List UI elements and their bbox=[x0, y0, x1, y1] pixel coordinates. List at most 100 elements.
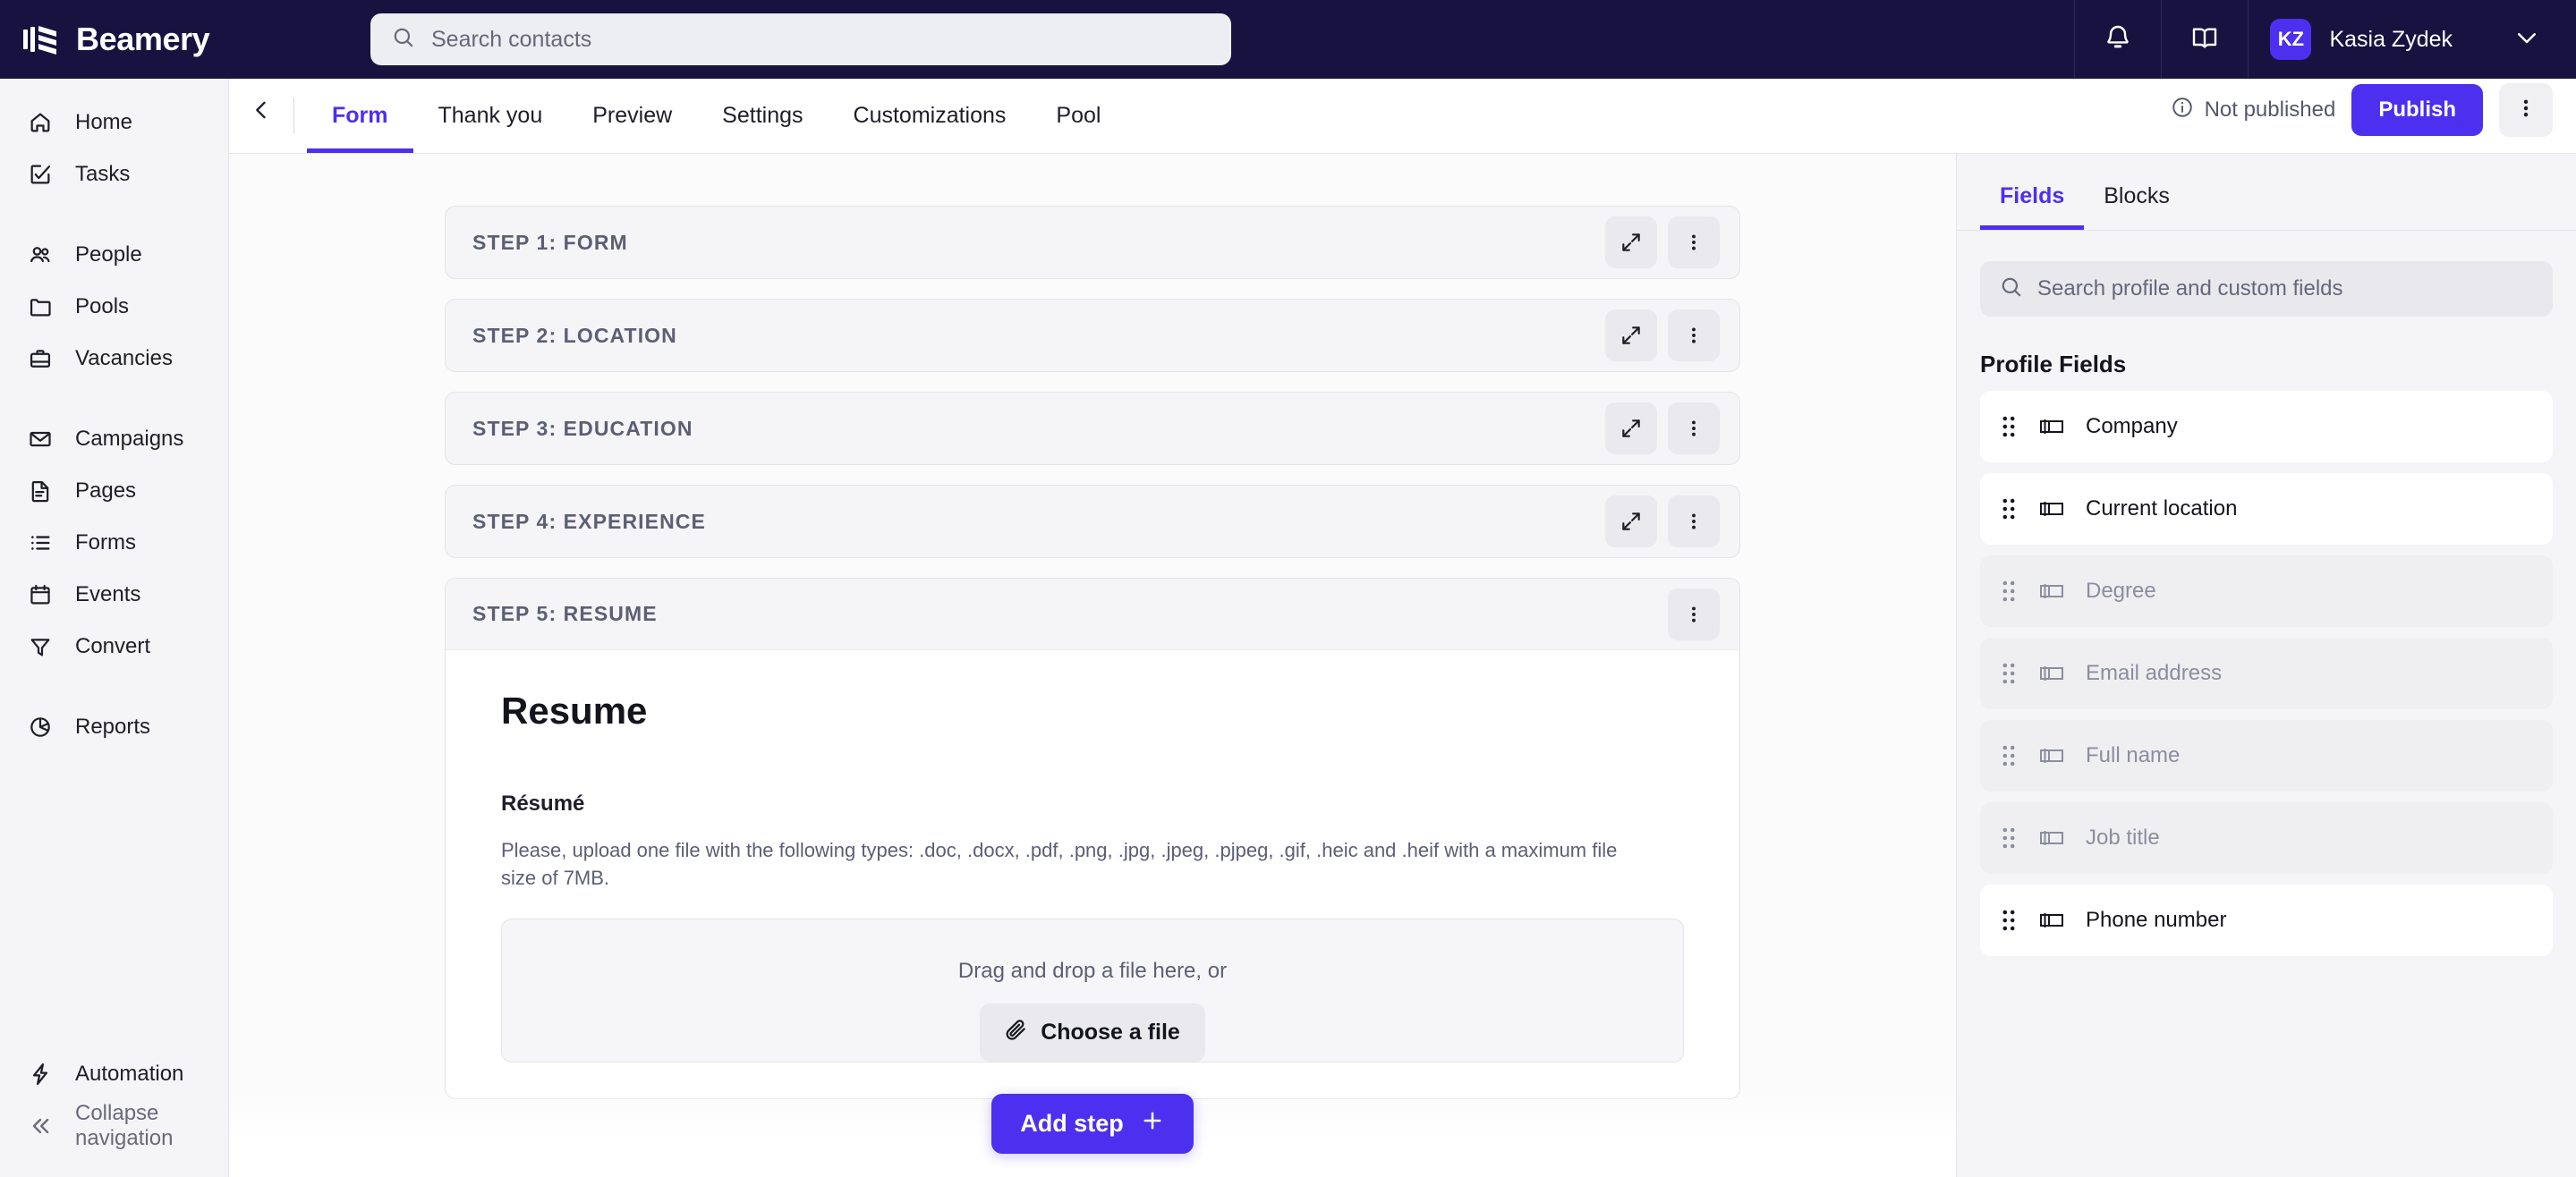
step-header[interactable]: STEP 3: EDUCATION bbox=[446, 393, 1739, 464]
file-dropzone[interactable]: Drag and drop a file here, or Choose a f… bbox=[501, 919, 1684, 1063]
tab-preview[interactable]: Preview bbox=[567, 103, 697, 153]
step-menu-button[interactable] bbox=[1668, 495, 1720, 547]
form-more-menu-button[interactable] bbox=[2499, 83, 2553, 137]
funnel-icon bbox=[27, 633, 54, 660]
sidebar-item-label: People bbox=[75, 242, 142, 267]
kebab-menu-icon bbox=[2514, 97, 2538, 124]
drag-handle-icon bbox=[2000, 742, 2019, 769]
field-item-current-location[interactable]: Current location bbox=[1980, 473, 2553, 545]
envelope-icon bbox=[27, 426, 54, 453]
tab-thank-you[interactable]: Thank you bbox=[413, 103, 568, 153]
user-menu[interactable]: KZ Kasia Zydek bbox=[2249, 0, 2478, 79]
step-actions bbox=[1605, 495, 1720, 547]
collapse-navigation-button[interactable]: Collapse navigation bbox=[0, 1100, 229, 1152]
expand-step-button[interactable] bbox=[1605, 216, 1657, 268]
step-menu-button[interactable] bbox=[1668, 216, 1720, 268]
drag-handle-icon[interactable] bbox=[2000, 907, 2019, 934]
subheader-actions: Not published Publish bbox=[2171, 83, 2576, 153]
sidebar-item-forms[interactable]: Forms bbox=[0, 517, 228, 569]
sidebar-item-campaigns[interactable]: Campaigns bbox=[0, 413, 228, 465]
fields-search-input[interactable] bbox=[2037, 276, 2533, 301]
field-item-phone-number[interactable]: Phone number bbox=[1980, 885, 2553, 956]
expand-step-button[interactable] bbox=[1605, 309, 1657, 361]
text-field-icon bbox=[2039, 910, 2066, 931]
expand-step-button[interactable] bbox=[1605, 495, 1657, 547]
step-menu-button[interactable] bbox=[1668, 309, 1720, 361]
sidebar-item-vacancies[interactable]: Vacancies bbox=[0, 333, 228, 385]
user-menu-toggle[interactable] bbox=[2478, 24, 2576, 55]
sidebar-item-people[interactable]: People bbox=[0, 229, 228, 281]
sidebar-item-label: Home bbox=[75, 110, 133, 134]
step-actions bbox=[1605, 216, 1720, 268]
step-header[interactable]: STEP 5: RESUME bbox=[446, 579, 1739, 650]
tab-pool[interactable]: Pool bbox=[1031, 103, 1126, 153]
sidebar-item-reports[interactable]: Reports bbox=[0, 701, 228, 753]
drag-handle-icon bbox=[2000, 660, 2019, 687]
sidebar-item-pages[interactable]: Pages bbox=[0, 465, 228, 517]
form-tabs: Form Thank you Preview Settings Customiz… bbox=[307, 79, 1126, 153]
add-step-button[interactable]: Add step bbox=[991, 1094, 1194, 1154]
info-icon bbox=[2171, 96, 2194, 125]
back-button[interactable] bbox=[229, 79, 293, 153]
tab-form[interactable]: Form bbox=[307, 103, 413, 153]
step-title: STEP 5: RESUME bbox=[472, 602, 658, 625]
drag-handle-icon[interactable] bbox=[2000, 413, 2019, 440]
field-label: Email address bbox=[2086, 661, 2223, 685]
field-item-full-name: Full name bbox=[1980, 720, 2553, 792]
step-header[interactable]: STEP 2: LOCATION bbox=[446, 300, 1739, 371]
divider bbox=[293, 97, 294, 133]
field-item-degree: Degree bbox=[1980, 555, 2553, 627]
resume-heading: Resume bbox=[501, 690, 648, 732]
knowledge-base-button[interactable] bbox=[2162, 0, 2248, 79]
chevrons-left-icon bbox=[27, 1113, 54, 1139]
tab-customizations[interactable]: Customizations bbox=[829, 103, 1032, 153]
sidebar-item-automation[interactable]: Automation bbox=[0, 1048, 229, 1100]
step-title: STEP 4: EXPERIENCE bbox=[472, 509, 706, 533]
search-input[interactable] bbox=[431, 26, 1210, 53]
step-card[interactable]: STEP 1: FORM bbox=[445, 206, 1740, 279]
tab-settings[interactable]: Settings bbox=[697, 103, 828, 153]
paperclip-icon bbox=[1005, 1018, 1028, 1047]
text-field-icon bbox=[2039, 580, 2066, 602]
fields-search[interactable] bbox=[1980, 261, 2553, 317]
sidebar-item-tasks[interactable]: Tasks bbox=[0, 148, 228, 200]
sidebar-item-convert[interactable]: Convert bbox=[0, 621, 228, 673]
step-card[interactable]: STEP 4: EXPERIENCE bbox=[445, 485, 1740, 558]
sidebar-item-label: Vacancies bbox=[75, 346, 173, 370]
search-icon bbox=[392, 26, 415, 54]
choose-file-button[interactable]: Choose a file bbox=[980, 1003, 1205, 1063]
step-card[interactable]: STEP 2: LOCATION bbox=[445, 299, 1740, 372]
field-item-company[interactable]: Company bbox=[1980, 391, 2553, 462]
sidebar-item-events[interactable]: Events bbox=[0, 569, 228, 621]
step-header[interactable]: STEP 4: EXPERIENCE bbox=[446, 486, 1739, 557]
global-topbar: Beamery Search contacts KZ Kasia Zydek bbox=[0, 0, 2576, 79]
dropzone-text: Drag and drop a file here, or bbox=[957, 959, 1228, 984]
plus-icon bbox=[1140, 1108, 1165, 1139]
collapse-navigation-label: Collapse navigation bbox=[75, 1101, 174, 1150]
chevron-down-icon bbox=[2513, 24, 2540, 55]
expand-step-button[interactable] bbox=[1605, 402, 1657, 454]
beamery-logo[interactable]: Beamery bbox=[0, 19, 370, 60]
notifications-button[interactable] bbox=[2075, 0, 2161, 79]
step-menu-button[interactable] bbox=[1668, 588, 1720, 640]
publish-status: Not published bbox=[2171, 96, 2335, 125]
step-card[interactable]: STEP 3: EDUCATION bbox=[445, 392, 1740, 465]
step-header[interactable]: STEP 1: FORM bbox=[446, 207, 1739, 278]
kebab-menu-icon bbox=[1692, 513, 1696, 529]
publish-button[interactable]: Publish bbox=[2351, 84, 2483, 136]
sidebar-item-label: Events bbox=[75, 582, 141, 606]
home-icon bbox=[27, 109, 54, 136]
step-card-expanded[interactable]: STEP 5: RESUME Resume Résumé Please, upl… bbox=[445, 578, 1740, 1100]
sidebar-item-pools[interactable]: Pools bbox=[0, 281, 228, 333]
drag-handle-icon[interactable] bbox=[2000, 495, 2019, 522]
field-label: Phone number bbox=[2086, 908, 2227, 932]
tab-blocks[interactable]: Blocks bbox=[2084, 183, 2189, 230]
tab-fields[interactable]: Fields bbox=[1980, 183, 2085, 230]
global-search[interactable] bbox=[370, 13, 1231, 65]
sidebar: Home Tasks People Pools Vacancies Campai… bbox=[0, 79, 229, 1177]
sidebar-item-home[interactable]: Home bbox=[0, 97, 228, 148]
add-step-label: Add step bbox=[1020, 1110, 1124, 1137]
step-title: STEP 1: FORM bbox=[472, 230, 628, 254]
step-menu-button[interactable] bbox=[1668, 402, 1720, 454]
sidebar-bottom: Automation Collapse navigation bbox=[0, 1048, 229, 1152]
